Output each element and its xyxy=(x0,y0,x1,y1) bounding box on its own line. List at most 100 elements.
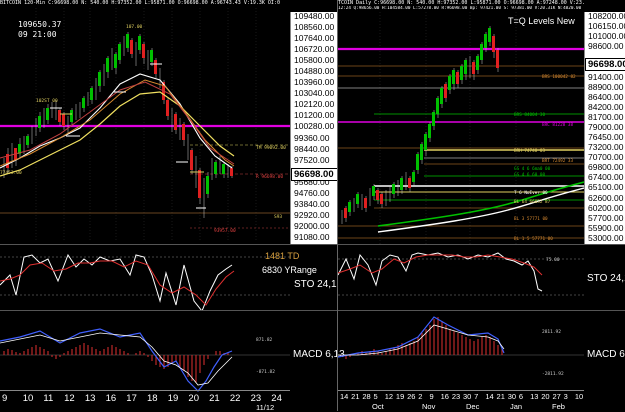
right-y-axis-tick-label: 53000.00 xyxy=(588,232,624,243)
right-x-axis-tick-label: 23 xyxy=(451,392,461,401)
right-y-axis[interactable]: 108200.00106150.00101000.0098600.0094200… xyxy=(584,12,625,244)
left-macd-tick-2: -871.82 xyxy=(256,369,275,375)
right-x-month-label: Jan xyxy=(510,402,523,411)
left-ma-white xyxy=(0,73,233,169)
right-y-axis-tick-label: 57700.00 xyxy=(588,212,624,223)
left-level-text-5: 102ST 00 xyxy=(36,98,58,104)
right-x-axis-tick-label: 3 xyxy=(563,392,568,401)
right-x-axis-tick-label: 13 xyxy=(530,392,539,401)
left-y-axis-tick-label: 106720.00 xyxy=(294,44,335,55)
left-level-text-6: 107.00 xyxy=(126,24,143,30)
right-y-axis-tick-label: 86400.00 xyxy=(588,91,624,102)
right-y-axis-tick-label: 55900.00 xyxy=(588,222,624,233)
right-y-axis-tick-label: 65100.00 xyxy=(588,182,624,193)
left-y-axis-tick-label: 92000.00 xyxy=(294,220,330,231)
right-sto-panel[interactable]: 75.00 STO 24,1 xyxy=(338,244,625,311)
left-chart-header: BITCOIN 120-Min C:96698.00 N: 540.00 H:9… xyxy=(0,0,280,6)
right-y-axis-tick-label: 79000.00 xyxy=(588,121,624,132)
right-y-axis-tick-label: 84200.00 xyxy=(588,101,624,112)
svg-text:BRC 81228 38: BRC 81228 38 xyxy=(542,122,573,128)
right-macd-blue xyxy=(338,316,505,358)
left-y-axis-tick-label: 92920.00 xyxy=(294,209,330,220)
right-x-axis-tick-label: 16 xyxy=(440,392,449,401)
right-y-axis-tick-label: 88900.00 xyxy=(588,81,624,92)
left-y-axis-tick-label: 98440.00 xyxy=(294,143,330,154)
left-sto-panel[interactable]: 1481 TD 6830 YRange STO 24,1 xyxy=(0,244,337,311)
right-ma-green xyxy=(377,181,584,227)
left-sto-label: STO 24,1 xyxy=(294,279,337,290)
right-x-axis-tick-label: 19 xyxy=(395,392,405,401)
left-level-text-3: S93 xyxy=(274,214,282,220)
left-y-axis-tick-label: 103040.00 xyxy=(294,88,335,99)
right-x-axis-tick-label: 14 xyxy=(340,392,349,401)
right-y-axis-tick-label: 108200.00 xyxy=(588,11,625,21)
right-sto-red xyxy=(338,254,543,276)
right-y-axis-tick-label: 81700.00 xyxy=(588,111,624,122)
right-x-axis-tick-label: 30 xyxy=(463,392,472,401)
right-x-axis[interactable]: 14 21 28 5 12 19 26 2 9 16 23 30 7 14 21 30 6 13 20 27 3 10 O… xyxy=(338,390,584,412)
right-x-axis-tick-label: 30 xyxy=(507,392,517,401)
right-x-axis-tick-label: 6 xyxy=(518,392,524,401)
left-sto-red xyxy=(0,260,235,306)
right-chart-panel[interactable]: TCOIN Daily C:96698.00 N: 540.00 H:97352… xyxy=(337,0,625,411)
right-macd-panel[interactable]: 2811.92 -2811.92 MACD 6,13 xyxy=(338,310,625,391)
left-x-axis-tick-label: 22 xyxy=(229,393,241,404)
left-macd-white xyxy=(0,332,233,386)
right-x-axis-tick-label: 26 xyxy=(407,392,416,401)
left-y-axis[interactable]: 109480.00 108560.00 107640.00 106720.00 1058… xyxy=(290,12,338,244)
right-sto-tick: 75.00 xyxy=(546,257,560,263)
svg-text:BRH 74748 03: BRH 74748 03 xyxy=(514,148,545,154)
right-x-axis-tick-label: 5 xyxy=(373,392,378,401)
left-td-label: 1481 TD xyxy=(265,251,300,261)
left-x-axis-tick-label: 20 xyxy=(188,393,199,404)
left-price-plot[interactable]: 102ST 00 107.00 TM 99092.00 R 96698.00 S… xyxy=(0,8,290,242)
right-x-axis-tick-label: 28 xyxy=(362,392,371,401)
right-macd-label: MACD 6,13 xyxy=(587,349,625,360)
left-y-axis-tick-label: 93840.00 xyxy=(294,198,330,209)
left-y-axis-tick-label: 97520.00 xyxy=(294,154,330,165)
left-level-text-2: R 96698.00 xyxy=(256,174,283,180)
right-macd-white xyxy=(338,324,505,356)
right-macd-tick-2: -2811.92 xyxy=(542,371,564,377)
left-y-axis-tick-label: 103960.00 xyxy=(294,77,335,88)
right-y-axis-tick-label: 60200.00 xyxy=(588,202,624,213)
right-y-axis-tick-label: 70700.00 xyxy=(588,152,624,163)
left-y-axis-tick-label: 102120.00 xyxy=(294,99,335,110)
svg-text:BL 64 66032 87: BL 64 66032 87 xyxy=(514,199,551,205)
right-x-axis-tick-label: 10 xyxy=(574,392,584,401)
right-y-axis-tick-label: 76450.00 xyxy=(588,132,624,143)
svg-text:BL 3 57771 00: BL 3 57771 00 xyxy=(514,216,548,222)
left-x-axis-tick-label: 19 xyxy=(167,393,179,404)
right-x-axis-tick-label: 7 xyxy=(474,392,479,401)
right-x-axis-tick-label: 14 xyxy=(485,392,494,401)
right-y-axis-tick-label: 73200.00 xyxy=(588,142,624,153)
svg-text:BL 1 5 57771 00: BL 1 5 57771 00 xyxy=(514,236,553,242)
left-x-axis-tick-label: 18 xyxy=(147,393,158,404)
svg-text:GS 4 6 60 00: GS 4 6 60 00 xyxy=(514,172,545,178)
right-y-axis-tick-label: 91400.00 xyxy=(588,71,624,82)
left-level-text-7: 77453.00 xyxy=(0,170,22,176)
left-x-axis-tick-label: 9 xyxy=(2,393,8,404)
right-y-axis-tick-label: 106150.00 xyxy=(588,21,625,32)
left-y-axis-tick-label: 107640.00 xyxy=(294,33,335,44)
right-y-axis-tick-label: 98600.00 xyxy=(588,41,624,52)
left-x-axis[interactable]: 9 10 11 12 13 16 17 18 19 20 21 22 23 24 11/12 xyxy=(0,390,290,412)
left-x-axis-tick-label: 21 xyxy=(209,393,220,404)
left-x-axis-tick-label: 11 xyxy=(43,393,54,404)
left-y-axis-tick-label: 100280.00 xyxy=(294,121,335,132)
left-current-price-marker: 96698.00 xyxy=(291,168,338,181)
left-y-axis-tick-label: 94760.00 xyxy=(294,187,330,198)
svg-text:BRT 72492 33: BRT 72492 33 xyxy=(542,158,573,164)
right-price-plot[interactable]: BRS 100042 82 BRS 84004 30 BRC 81228 38 … xyxy=(338,12,584,244)
right-x-axis-tick-label: 21 xyxy=(351,392,360,401)
svg-text:GS 4 6 6ma0 00: GS 4 6 6ma0 00 xyxy=(514,166,551,172)
right-x-month-label: Dec xyxy=(466,402,480,411)
left-ma-orange xyxy=(0,79,235,167)
left-chart-panel[interactable]: BITCOIN 120-Min C:96698.00 N: 540.00 H:9… xyxy=(0,0,345,412)
left-y-axis-tick-label: 108560.00 xyxy=(294,22,335,33)
left-y-axis-tick-label: 109480.00 xyxy=(294,11,335,21)
left-macd-panel[interactable]: 871.82 -871.82 MACD 6,13 xyxy=(0,310,345,393)
right-x-month-label: Feb xyxy=(552,402,565,411)
right-x-axis-tick-label: 20 xyxy=(541,392,550,401)
right-y-axis-tick-label: 101000.00 xyxy=(588,31,625,42)
